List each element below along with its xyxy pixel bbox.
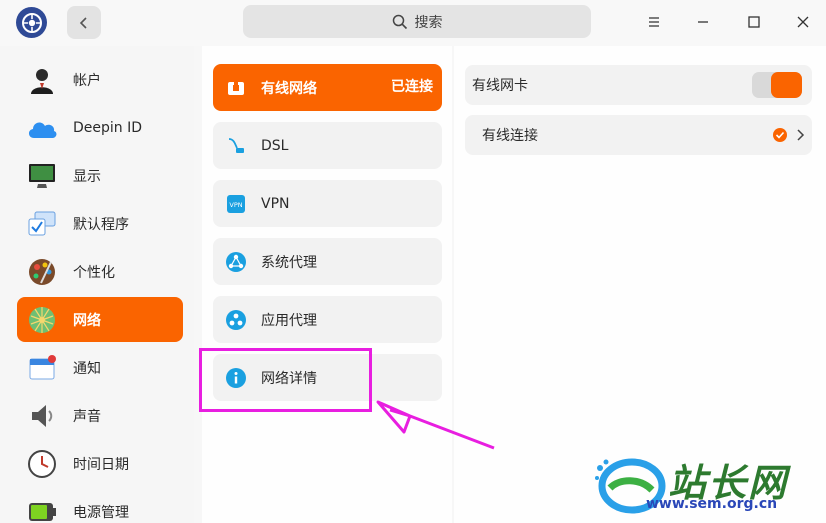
chevron-right-icon	[795, 128, 805, 146]
sidebar-item-account[interactable]: 帐户	[17, 57, 183, 102]
sidebar-item-label: 网络	[73, 312, 101, 329]
sidebar-item-notification[interactable]: 通知	[17, 345, 183, 390]
network-globe-icon	[26, 304, 58, 336]
network-menu-vpn[interactable]: VPN VPN	[213, 180, 442, 227]
svg-text:VPN: VPN	[229, 201, 242, 209]
battery-icon	[26, 496, 58, 523]
wired-connection-label: 有线连接	[482, 128, 538, 144]
site-watermark: 站长网 www.sem.org.cn	[594, 452, 820, 518]
wired-card-row: 有线网卡	[465, 65, 812, 105]
sidebar-item-label: 默认程序	[73, 216, 129, 233]
vpn-icon: VPN	[225, 193, 247, 215]
network-menu-label: 有线网络	[261, 80, 317, 97]
network-menu-label: 系统代理	[261, 254, 317, 271]
wired-card-label: 有线网卡	[472, 78, 528, 94]
toggle-knob	[771, 72, 802, 98]
search-input[interactable]: 搜索	[243, 5, 591, 38]
sidebar-item-datetime[interactable]: 时间日期	[17, 441, 183, 486]
sidebar-item-label: 通知	[73, 360, 101, 377]
minimize-button[interactable]	[690, 9, 716, 35]
dsl-icon	[225, 135, 247, 157]
sidebar-item-display[interactable]: 显示	[17, 153, 183, 198]
close-icon	[797, 16, 809, 28]
monitor-icon	[26, 160, 58, 192]
title-bar: 搜索	[0, 0, 826, 46]
wired-network-icon	[225, 77, 247, 99]
maximize-button[interactable]	[741, 9, 767, 35]
notification-icon	[26, 352, 58, 384]
sidebar-item-label: 时间日期	[73, 456, 129, 473]
palette-icon	[26, 256, 58, 288]
account-icon	[26, 64, 58, 96]
sidebar-item-label: 帐户	[73, 72, 101, 89]
sidebar-item-label: 电源管理	[73, 504, 129, 521]
search-placeholder: 搜索	[414, 14, 443, 31]
network-menu-app-proxy[interactable]: 应用代理	[213, 296, 442, 343]
annotation-arrow-icon	[376, 400, 495, 450]
sidebar-item-default-apps[interactable]: 默认程序	[17, 201, 183, 246]
speaker-icon	[26, 400, 58, 432]
cloud-icon	[26, 112, 58, 144]
watermark-url: www.sem.org.cn	[646, 496, 778, 512]
wired-connection-row[interactable]: 有线连接	[465, 115, 812, 155]
default-apps-icon	[26, 208, 58, 240]
hamburger-menu-icon	[649, 17, 659, 27]
sidebar-item-network[interactable]: 网络	[17, 297, 183, 342]
sidebar-item-sound[interactable]: 声音	[17, 393, 183, 438]
clock-icon	[26, 448, 58, 480]
chevron-left-icon	[79, 16, 87, 29]
app-proxy-icon	[225, 309, 247, 331]
sidebar-item-label: Deepin ID	[73, 119, 143, 136]
network-menu-dsl[interactable]: DSL	[213, 122, 442, 169]
maximize-icon	[748, 16, 760, 28]
sidebar-item-power[interactable]: 电源管理	[17, 489, 183, 523]
sidebar-item-label: 声音	[73, 408, 101, 425]
sidebar-item-personalization[interactable]: 个性化	[17, 249, 183, 294]
connection-status: 已连接	[391, 79, 433, 95]
minimize-icon	[698, 21, 708, 23]
system-proxy-icon	[225, 251, 247, 273]
back-button[interactable]	[67, 6, 101, 39]
search-icon	[392, 14, 407, 29]
sidebar-item-deepin-id[interactable]: Deepin ID	[17, 105, 183, 150]
sidebar-item-label: 显示	[73, 168, 101, 185]
close-button[interactable]	[790, 9, 816, 35]
network-menu-label: 应用代理	[261, 312, 317, 329]
settings-sidebar: 帐户 Deepin ID 显示 默认程序 个性化 网络 通知 声音 时间日期 电…	[0, 46, 194, 523]
sidebar-item-label: 个性化	[73, 264, 115, 281]
network-menu-label: DSL	[261, 137, 289, 154]
network-menu-label: VPN	[261, 195, 290, 212]
annotation-highlight-box	[199, 348, 372, 412]
menu-button[interactable]	[641, 9, 667, 35]
wired-card-toggle[interactable]	[752, 72, 802, 98]
network-menu-system-proxy[interactable]: 系统代理	[213, 238, 442, 285]
connected-check-icon	[773, 128, 787, 146]
network-menu-wired[interactable]: 有线网络 已连接	[213, 64, 442, 111]
app-logo-icon	[16, 7, 47, 38]
